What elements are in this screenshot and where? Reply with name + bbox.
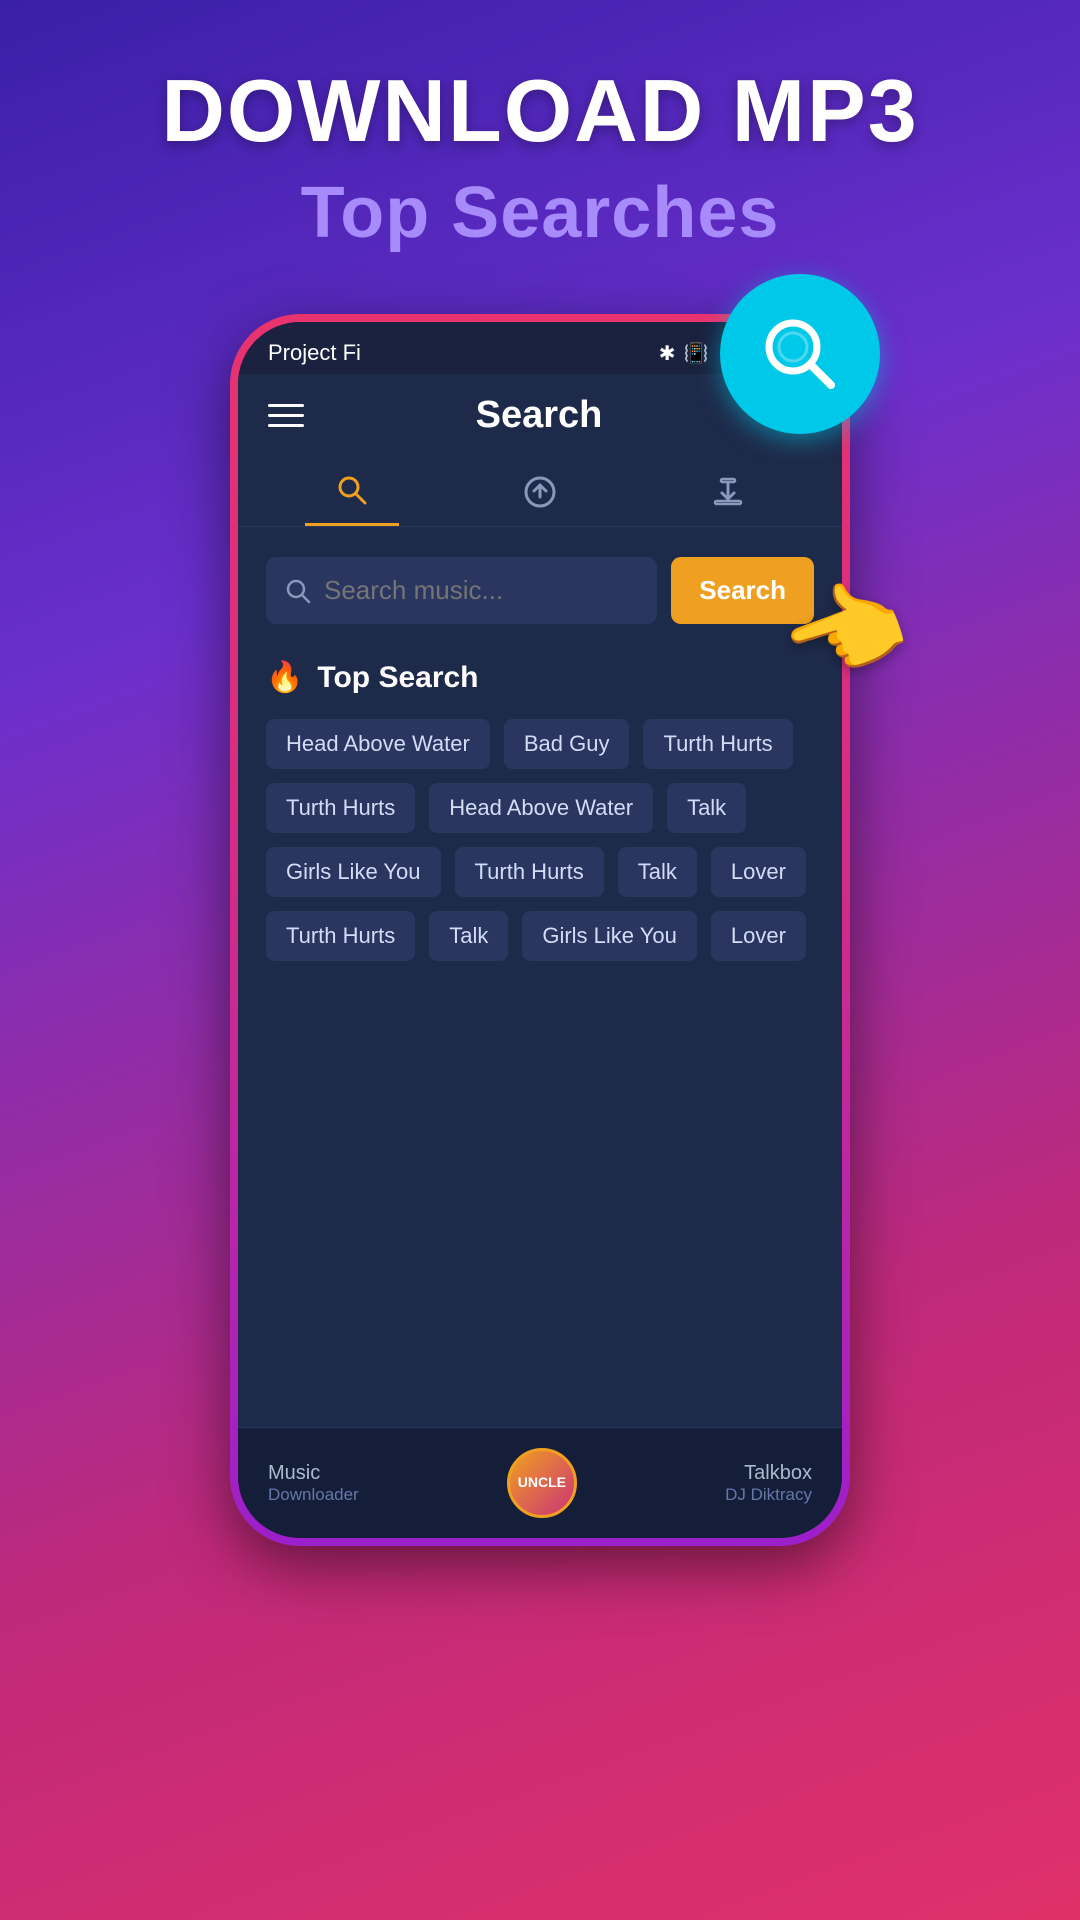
bluetooth-icon: ✱ [659,341,676,366]
search-icon-circle [720,274,880,434]
search-input-wrap [266,557,657,624]
tab-search[interactable] [305,457,399,526]
tag-turth-hurts-2[interactable]: Turth Hurts [266,783,415,833]
header-section: DOWNLOAD MP3 Top Searches [0,0,1080,284]
phone-outer: Project Fi ✱ 📳 ▼ ▲ 59% [230,314,850,1546]
bottom-right-info: Talkbox DJ Diktracy [725,1462,812,1505]
top-search-label: Top Search [317,661,478,695]
bottom-left-info: Music Downloader [268,1462,359,1505]
tag-bad-guy[interactable]: Bad Guy [504,719,630,769]
tag-turth-hurts-3[interactable]: Turth Hurts [455,847,604,897]
tag-lover-2[interactable]: Lover [711,911,806,961]
hamburger-menu-button[interactable] [268,404,304,427]
tab-download[interactable] [681,457,775,526]
background: DOWNLOAD MP3 Top Searches 👉 Project Fi ✱ [0,0,1080,1546]
tab-upload[interactable] [493,457,587,526]
search-magnifier-icon [755,309,845,399]
tag-turth-hurts-1[interactable]: Turth Hurts [643,719,792,769]
album-art[interactable]: UNCLE [507,1448,577,1518]
tag-talk-1[interactable]: Talk [667,783,746,833]
search-tab-icon [335,473,369,507]
tag-girls-like-you-1[interactable]: Girls Like You [266,847,441,897]
app-screen-title: Search [476,394,603,437]
search-bar-row: Search [266,557,814,624]
vibrate-icon: 📳 [683,341,708,366]
sub-title: Top Searches [0,172,1080,254]
carrier-label: Project Fi [268,340,361,366]
upload-tab-icon [523,475,557,509]
main-title: DOWNLOAD MP3 [0,60,1080,162]
tag-talk-3[interactable]: Talk [429,911,508,961]
phone-content: Search 🔥 Top Search Head Above Water Bad… [238,527,842,1427]
download-tab-icon [711,475,745,509]
tab-bar [238,457,842,527]
phone-inner: Project Fi ✱ 📳 ▼ ▲ 59% [238,322,842,1538]
phone-wrapper: 👉 Project Fi ✱ 📳 ▼ ▲ 59% [230,314,850,1546]
tag-talk-2[interactable]: Talk [618,847,697,897]
fire-icon: 🔥 [266,660,303,695]
bottom-right-title: Talkbox [744,1462,812,1485]
search-music-input[interactable] [324,575,639,606]
tag-turth-hurts-4[interactable]: Turth Hurts [266,911,415,961]
bottom-right-sub: DJ Diktracy [725,1485,812,1505]
tag-head-above-water-1[interactable]: Head Above Water [266,719,490,769]
tag-head-above-water-2[interactable]: Head Above Water [429,783,653,833]
tags-container: Head Above Water Bad Guy Turth Hurts Tur… [266,719,814,961]
album-label: UNCLE [518,1475,566,1490]
tag-girls-like-you-2[interactable]: Girls Like You [522,911,697,961]
bottom-left-sub: Downloader [268,1485,359,1505]
tag-lover-1[interactable]: Lover [711,847,806,897]
bottom-left-title: Music [268,1462,359,1485]
bottom-bar: Music Downloader UNCLE Talkbox DJ Diktra… [238,1427,842,1538]
top-search-heading: 🔥 Top Search [266,660,814,695]
search-input-icon [284,577,312,605]
